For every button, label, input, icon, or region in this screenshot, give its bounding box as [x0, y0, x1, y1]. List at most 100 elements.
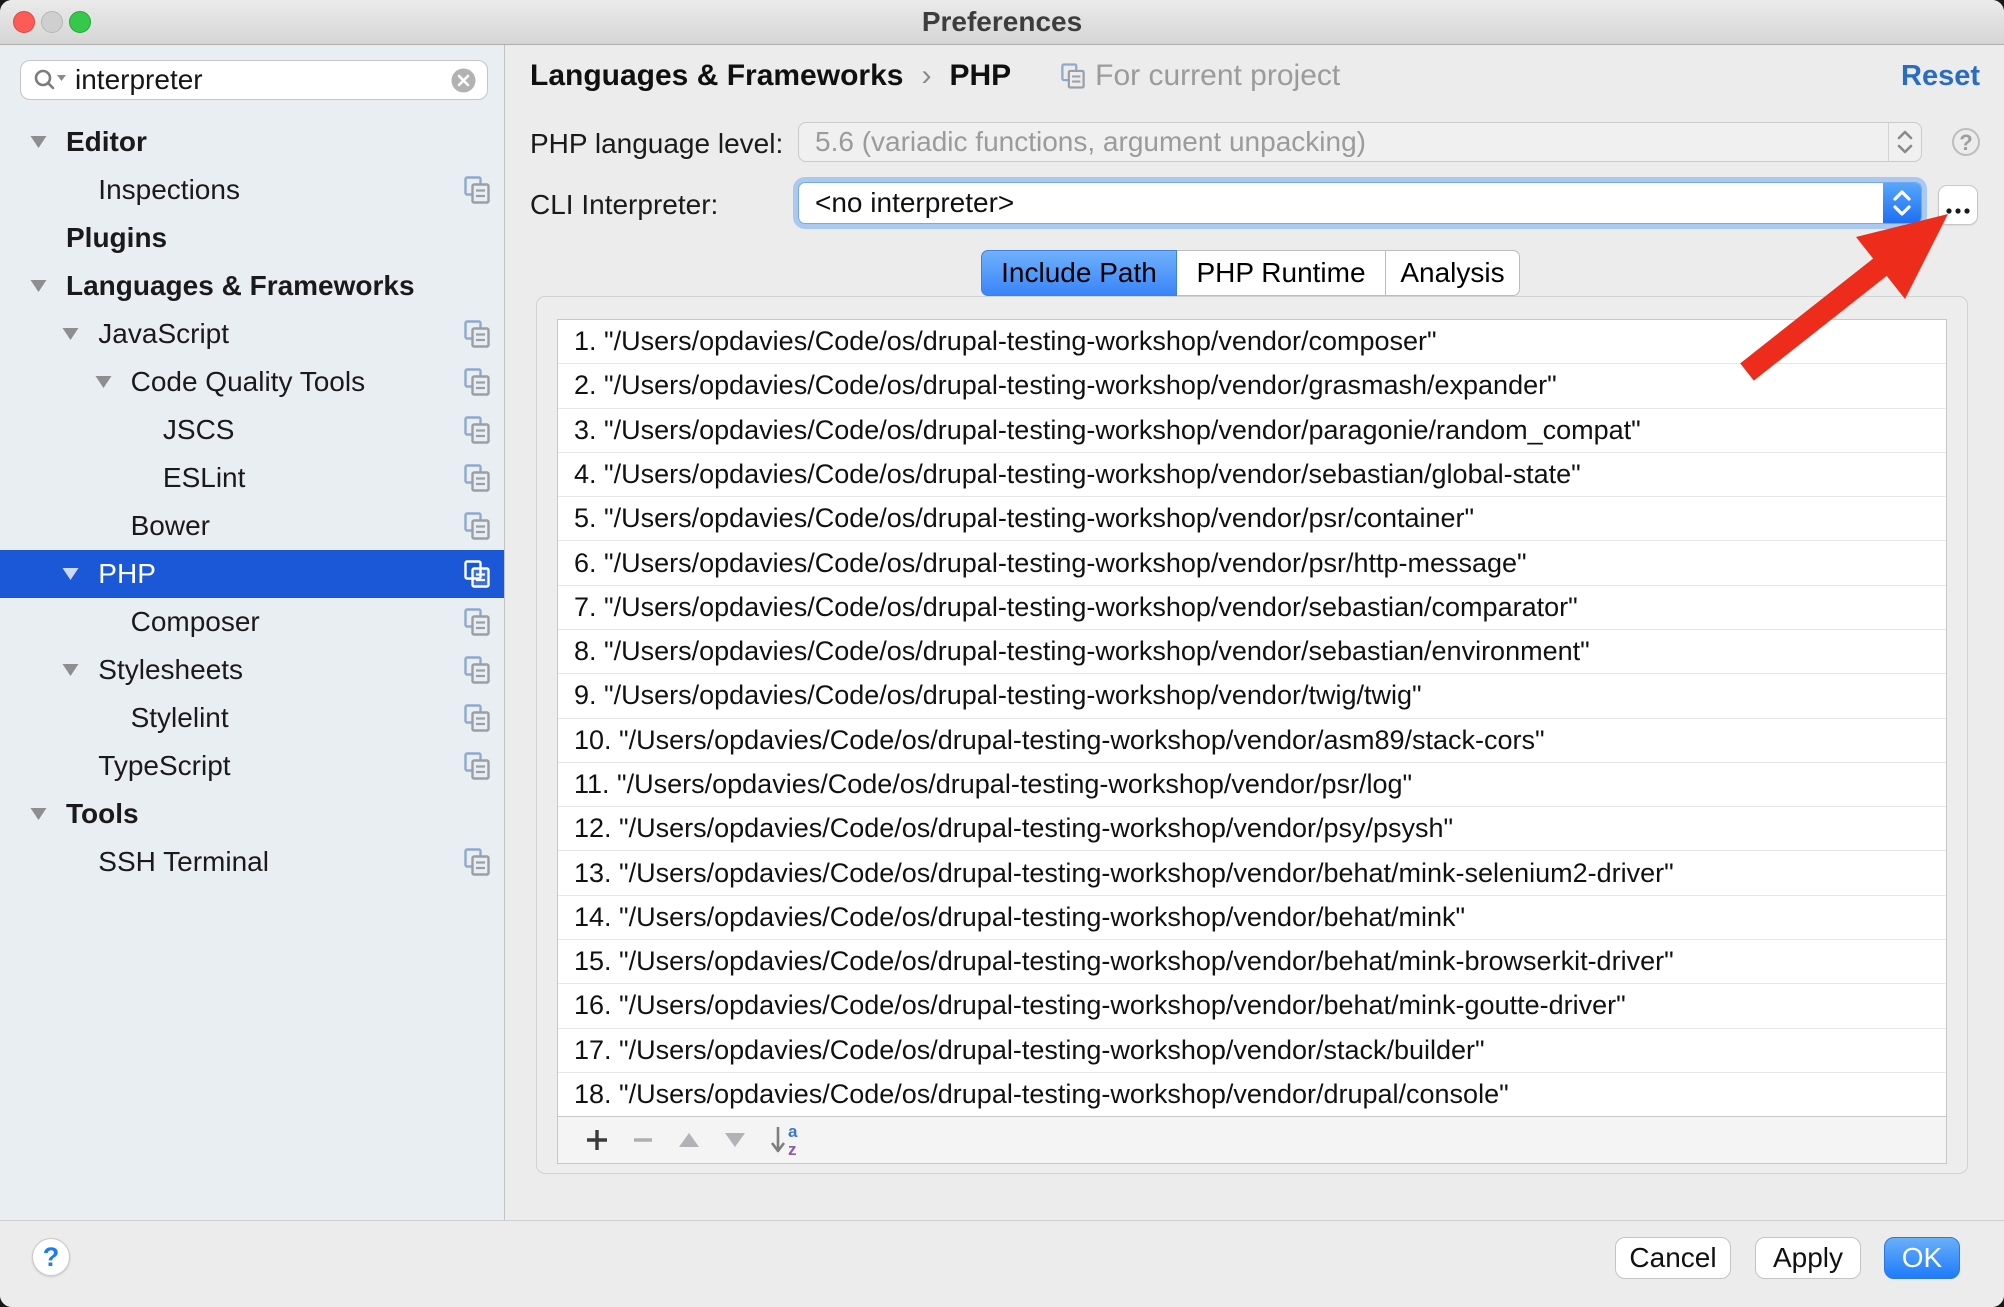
- php-settings-tabs: Include PathPHP RuntimeAnalysis: [981, 250, 1520, 296]
- tree-indent-spacer: [127, 454, 163, 502]
- include-path-row[interactable]: 17. "/Users/opdavies/Code/os/drupal-test…: [558, 1029, 1946, 1073]
- move-up-button[interactable]: [666, 1117, 712, 1163]
- include-path-row[interactable]: 16. "/Users/opdavies/Code/os/drupal-test…: [558, 984, 1946, 1028]
- tab-analysis[interactable]: Analysis: [1386, 250, 1520, 296]
- apply-button[interactable]: Apply: [1755, 1237, 1861, 1279]
- search-input[interactable]: [75, 64, 450, 96]
- sidebar-item-code-quality-tools[interactable]: Code Quality Tools: [0, 358, 504, 406]
- tree-indent-spacer: [30, 214, 66, 262]
- sidebar-item-stylelint[interactable]: Stylelint: [0, 694, 504, 742]
- ellipsis-icon: [1945, 207, 1971, 215]
- cli-interpreter-label: CLI Interpreter:: [530, 189, 718, 221]
- sidebar-item-editor[interactable]: Editor: [0, 118, 504, 166]
- tree-indent-spacer: [127, 406, 163, 454]
- clear-search-icon[interactable]: [450, 67, 477, 94]
- php-language-level-select[interactable]: 5.6 (variadic functions, argument unpack…: [798, 122, 1922, 162]
- sidebar-item-label: Editor: [66, 126, 147, 158]
- include-path-row[interactable]: 11. "/Users/opdavies/Code/os/drupal-test…: [558, 763, 1946, 807]
- expand-triangle-icon[interactable]: [95, 358, 131, 406]
- include-path-row[interactable]: 1. "/Users/opdavies/Code/os/drupal-testi…: [558, 320, 1946, 364]
- sidebar-item-typescript[interactable]: TypeScript: [0, 742, 504, 790]
- sidebar-item-ssh-terminal[interactable]: SSH Terminal: [0, 838, 504, 886]
- sidebar-item-label: SSH Terminal: [98, 846, 269, 878]
- sidebar-item-plugins[interactable]: Plugins: [0, 214, 504, 262]
- browse-interpreters-button[interactable]: [1938, 185, 1978, 225]
- sidebar-item-label: Bower: [131, 510, 210, 542]
- sidebar-item-tools[interactable]: Tools: [0, 790, 504, 838]
- include-path-list: 1. "/Users/opdavies/Code/os/drupal-testi…: [558, 320, 1946, 1116]
- include-path-row[interactable]: 15. "/Users/opdavies/Code/os/drupal-test…: [558, 940, 1946, 984]
- include-path-row[interactable]: 5. "/Users/opdavies/Code/os/drupal-testi…: [558, 497, 1946, 541]
- sidebar-item-label: PHP: [98, 558, 156, 590]
- stepper-icon: [1888, 123, 1921, 161]
- include-path-row[interactable]: 7. "/Users/opdavies/Code/os/drupal-testi…: [558, 586, 1946, 630]
- sidebar-item-label: ESLint: [163, 462, 246, 494]
- sidebar-item-jscs[interactable]: JSCS: [0, 406, 504, 454]
- svg-text:z: z: [788, 1140, 797, 1157]
- sidebar-item-inspections[interactable]: Inspections: [0, 166, 504, 214]
- php-language-level-label: PHP language level:: [530, 128, 783, 160]
- expand-triangle-icon[interactable]: [62, 550, 98, 598]
- sidebar-item-bower[interactable]: Bower: [0, 502, 504, 550]
- reset-link[interactable]: Reset: [1901, 56, 1980, 96]
- per-project-settings-icon: [464, 319, 490, 349]
- expand-triangle-icon[interactable]: [30, 262, 66, 310]
- list-toolbar: a z: [558, 1116, 1946, 1163]
- include-path-row[interactable]: 12. "/Users/opdavies/Code/os/drupal-test…: [558, 807, 1946, 851]
- sidebar-item-composer[interactable]: Composer: [0, 598, 504, 646]
- include-path-row[interactable]: 6. "/Users/opdavies/Code/os/drupal-testi…: [558, 541, 1946, 585]
- tab-include-path[interactable]: Include Path: [981, 250, 1177, 296]
- settings-tree: Editor Inspections PluginsLanguages & Fra…: [0, 118, 504, 886]
- language-level-help-icon[interactable]: ?: [1952, 128, 1980, 156]
- cli-interpreter-select[interactable]: <no interpreter>: [798, 182, 1922, 224]
- breadcrumb-php[interactable]: PHP: [949, 59, 1011, 93]
- include-path-row[interactable]: 14. "/Users/opdavies/Code/os/drupal-test…: [558, 896, 1946, 940]
- scope-label: For current project: [1095, 59, 1340, 93]
- sidebar-item-javascript[interactable]: JavaScript: [0, 310, 504, 358]
- breadcrumb-languages-frameworks[interactable]: Languages & Frameworks: [530, 59, 903, 93]
- search-icon[interactable]: [33, 67, 69, 93]
- sidebar-item-label: Code Quality Tools: [131, 366, 366, 398]
- svg-text:a: a: [788, 1123, 798, 1141]
- include-path-row[interactable]: 9. "/Users/opdavies/Code/os/drupal-testi…: [558, 674, 1946, 718]
- tab-php-runtime[interactable]: PHP Runtime: [1177, 250, 1386, 296]
- expand-triangle-icon[interactable]: [62, 310, 98, 358]
- sidebar-item-stylesheets[interactable]: Stylesheets: [0, 646, 504, 694]
- expand-triangle-icon[interactable]: [30, 118, 66, 166]
- help-button[interactable]: ?: [32, 1238, 70, 1276]
- include-path-row[interactable]: 3. "/Users/opdavies/Code/os/drupal-testi…: [558, 409, 1946, 453]
- window-title: Preferences: [0, 0, 2004, 44]
- breadcrumb: Languages & Frameworks › PHP For current…: [530, 56, 1340, 96]
- include-path-row[interactable]: 2. "/Users/opdavies/Code/os/drupal-testi…: [558, 364, 1946, 408]
- ok-button[interactable]: OK: [1884, 1237, 1960, 1279]
- include-path-row[interactable]: 4. "/Users/opdavies/Code/os/drupal-testi…: [558, 453, 1946, 497]
- move-down-button[interactable]: [712, 1117, 758, 1163]
- for-current-project-icon: [1061, 63, 1085, 89]
- add-path-button[interactable]: [574, 1117, 620, 1163]
- cli-interpreter-value: <no interpreter>: [799, 183, 1883, 223]
- per-project-settings-icon: [464, 367, 490, 397]
- per-project-settings-icon: [464, 703, 490, 733]
- stepper-icon[interactable]: [1883, 183, 1921, 223]
- sidebar-item-label: JavaScript: [98, 318, 229, 350]
- tree-indent-spacer: [95, 502, 131, 550]
- sidebar-item-label: Composer: [131, 606, 260, 638]
- sidebar-item-eslint[interactable]: ESLint: [0, 454, 504, 502]
- include-path-row[interactable]: 18. "/Users/opdavies/Code/os/drupal-test…: [558, 1073, 1946, 1116]
- per-project-settings-icon: [464, 463, 490, 493]
- cancel-button[interactable]: Cancel: [1615, 1237, 1731, 1279]
- expand-triangle-icon[interactable]: [30, 790, 66, 838]
- remove-path-button[interactable]: [620, 1117, 666, 1163]
- settings-sidebar: Editor Inspections PluginsLanguages & Fra…: [0, 45, 505, 1220]
- sidebar-item-languages-frameworks[interactable]: Languages & Frameworks: [0, 262, 504, 310]
- search-field[interactable]: [20, 60, 488, 100]
- expand-triangle-icon[interactable]: [62, 646, 98, 694]
- sort-alphabetically-button[interactable]: a z: [758, 1117, 818, 1163]
- per-project-settings-icon: [464, 847, 490, 877]
- sidebar-item-php[interactable]: PHP: [0, 550, 504, 598]
- include-path-row[interactable]: 13. "/Users/opdavies/Code/os/drupal-test…: [558, 851, 1946, 895]
- include-path-row[interactable]: 10. "/Users/opdavies/Code/os/drupal-test…: [558, 719, 1946, 763]
- include-path-panel: 1. "/Users/opdavies/Code/os/drupal-testi…: [536, 296, 1968, 1174]
- include-path-row[interactable]: 8. "/Users/opdavies/Code/os/drupal-testi…: [558, 630, 1946, 674]
- sidebar-item-label: Tools: [66, 798, 139, 830]
